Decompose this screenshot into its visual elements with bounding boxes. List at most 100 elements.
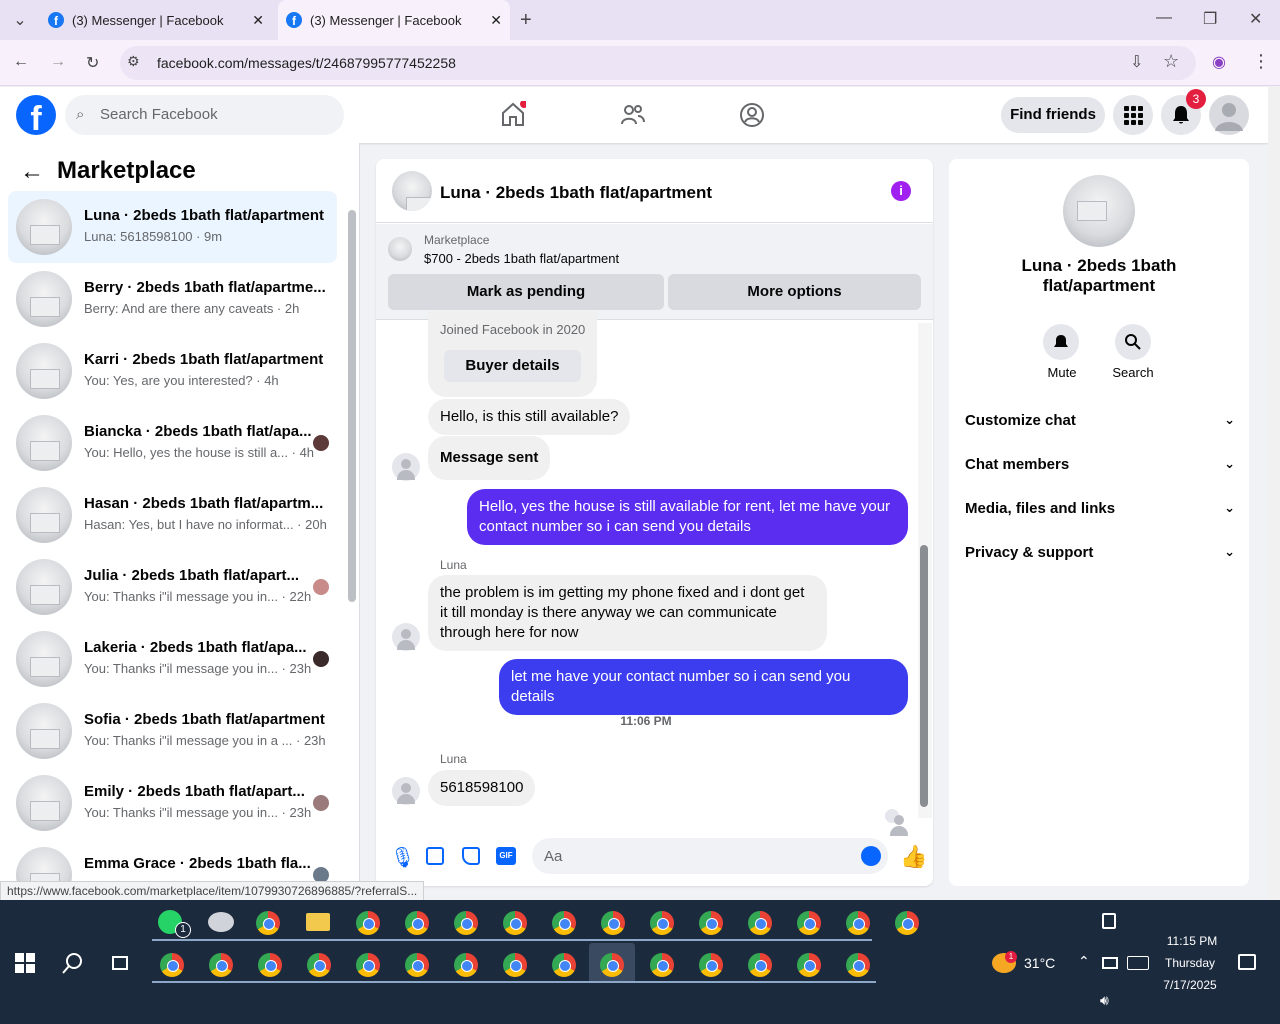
browser-tab-2[interactable]: f (3) Messenger | Facebook ✕ xyxy=(278,0,510,40)
chrome-icon[interactable] xyxy=(503,911,527,935)
chrome-icon[interactable] xyxy=(552,911,576,935)
menu-privacy-support[interactable]: Privacy & support ⌄ xyxy=(965,544,1235,561)
mark-as-pending-button[interactable]: Mark as pending xyxy=(388,274,664,310)
site-info-icon[interactable]: ⚙ xyxy=(127,53,140,70)
app-icon[interactable] xyxy=(208,912,234,932)
chrome-icon[interactable] xyxy=(600,953,624,977)
gif-icon[interactable]: GIF xyxy=(496,847,516,865)
clock-day[interactable]: Thursday xyxy=(1156,956,1224,970)
chrome-icon[interactable] xyxy=(699,911,723,935)
chrome-icon[interactable] xyxy=(650,911,674,935)
home-icon[interactable] xyxy=(500,101,526,127)
reload-icon[interactable]: ↻ xyxy=(86,53,99,73)
network-icon[interactable] xyxy=(1102,957,1118,969)
conversation-item[interactable]: Sofia · 2beds 1bath flat/apartment You: … xyxy=(8,695,337,767)
menu-chat-members[interactable]: Chat members ⌄ xyxy=(965,456,1235,473)
microphone-icon[interactable]: 🎙 xyxy=(390,845,415,870)
chrome-icon[interactable] xyxy=(846,911,870,935)
volume-icon[interactable]: 🔊︎ xyxy=(1100,992,1109,1009)
profile-icon[interactable]: ◉ xyxy=(1212,52,1226,72)
conversation-item[interactable]: Lakeria · 2beds 1bath flat/apa... You: T… xyxy=(8,623,337,695)
chrome-icon[interactable] xyxy=(748,953,772,977)
photo-icon[interactable] xyxy=(426,847,444,865)
conversation-item[interactable]: Julia · 2beds 1bath flat/apart... You: T… xyxy=(8,551,337,623)
conversation-item[interactable]: Emma Grace · 2beds 1bath fla... xyxy=(8,839,337,881)
find-friends-button[interactable]: Find friends xyxy=(1001,97,1105,133)
listing-title[interactable]: $700 - 2beds 1bath flat/apartment xyxy=(424,251,619,266)
back-icon[interactable]: ← xyxy=(13,53,29,71)
conversation-item[interactable]: Hasan · 2beds 1bath flat/apartm... Hasan… xyxy=(8,479,337,551)
groups-icon[interactable] xyxy=(739,102,765,128)
chrome-icon[interactable] xyxy=(748,911,772,935)
emoji-icon[interactable] xyxy=(861,846,881,866)
new-tab-icon[interactable]: + xyxy=(520,9,532,32)
task-view-icon[interactable] xyxy=(110,954,130,972)
browser-tab-1[interactable]: f (3) Messenger | Facebook ✕ xyxy=(40,0,272,40)
keyboard-icon[interactable] xyxy=(1127,956,1149,970)
account-avatar[interactable] xyxy=(1209,95,1249,135)
tab-close-icon[interactable]: ✕ xyxy=(490,12,502,29)
tray-device-icon[interactable] xyxy=(1102,913,1116,929)
minimize-icon[interactable]: — xyxy=(1156,9,1172,27)
file-explorer-icon[interactable] xyxy=(306,913,330,931)
chrome-icon[interactable] xyxy=(503,953,527,977)
page-scrollbar[interactable] xyxy=(1268,87,1280,900)
chrome-icon[interactable] xyxy=(307,953,331,977)
sticker-icon[interactable] xyxy=(462,847,480,865)
menu-customize-chat[interactable]: Customize chat ⌄ xyxy=(965,412,1235,429)
chrome-icon[interactable] xyxy=(650,953,674,977)
chrome-icon[interactable] xyxy=(846,953,870,977)
chrome-icon[interactable] xyxy=(895,911,919,935)
chrome-icon[interactable] xyxy=(454,953,478,977)
conversation-list-scrollbar[interactable] xyxy=(348,210,356,602)
chrome-icon[interactable] xyxy=(405,911,429,935)
browser-menu-icon[interactable]: ⋮ xyxy=(1252,51,1270,72)
restore-icon[interactable]: ❐ xyxy=(1203,9,1217,29)
notification-center-icon[interactable] xyxy=(1238,954,1256,970)
facebook-logo-icon[interactable]: f xyxy=(16,95,56,135)
conversation-item[interactable]: Emily · 2beds 1bath flat/apart... You: T… xyxy=(8,767,337,839)
conversation-item[interactable]: Biancka · 2beds 1bath flat/apa... You: H… xyxy=(8,407,337,479)
messages-scrollbar-thumb[interactable] xyxy=(920,545,928,807)
menu-media-files-links[interactable]: Media, files and links ⌄ xyxy=(965,500,1235,517)
tray-chevron-up-icon[interactable]: ⌃ xyxy=(1078,953,1090,970)
conversation-item[interactable]: Luna · 2beds 1bath flat/apartment Luna: … xyxy=(8,191,337,263)
friends-icon[interactable] xyxy=(620,102,646,128)
chrome-icon[interactable] xyxy=(258,953,282,977)
clock-date[interactable]: 7/17/2025 xyxy=(1156,978,1224,992)
chrome-icon[interactable] xyxy=(699,953,723,977)
close-window-icon[interactable]: ✕ xyxy=(1249,9,1262,29)
chat-avatar[interactable] xyxy=(392,171,432,211)
url-text[interactable]: facebook.com/messages/t/2468799577745225… xyxy=(157,55,456,71)
menu-grid-icon[interactable] xyxy=(1113,95,1153,135)
message-input[interactable] xyxy=(532,838,888,874)
conversation-item[interactable]: Berry · 2beds 1bath flat/apartme... Berr… xyxy=(8,263,337,335)
chrome-icon[interactable] xyxy=(454,911,478,935)
taskbar-search-icon[interactable] xyxy=(62,952,84,974)
forward-icon[interactable]: → xyxy=(50,53,66,71)
chrome-icon[interactable] xyxy=(256,911,280,935)
chrome-icon[interactable] xyxy=(797,953,821,977)
windows-start-icon[interactable] xyxy=(15,953,35,973)
back-arrow-icon[interactable]: ← xyxy=(20,158,44,186)
chrome-icon[interactable] xyxy=(797,911,821,935)
tab-search-icon[interactable]: ⌄ xyxy=(10,10,30,30)
tab-close-icon[interactable]: ✕ xyxy=(252,12,264,29)
install-app-icon[interactable]: ⇩ xyxy=(1130,52,1143,72)
info-icon[interactable]: i xyxy=(891,181,911,201)
search-chat-icon[interactable] xyxy=(1115,324,1151,360)
mute-bell-icon[interactable] xyxy=(1043,324,1079,360)
thumbs-up-icon[interactable]: 👍 xyxy=(900,844,927,870)
more-options-button[interactable]: More options xyxy=(668,274,921,310)
bookmark-star-icon[interactable]: ☆ xyxy=(1163,51,1179,72)
chrome-icon[interactable] xyxy=(601,911,625,935)
chrome-icon[interactable] xyxy=(552,953,576,977)
buyer-details-button[interactable]: Buyer details xyxy=(444,350,581,382)
details-avatar[interactable] xyxy=(1063,175,1135,247)
chrome-icon[interactable] xyxy=(405,953,429,977)
clock-time[interactable]: 11:15 PM xyxy=(1160,934,1224,948)
chrome-icon[interactable] xyxy=(209,953,233,977)
chat-title[interactable]: Luna · 2beds 1bath flat/apartment xyxy=(440,183,712,203)
chrome-icon[interactable] xyxy=(356,911,380,935)
conversation-item[interactable]: Karri · 2beds 1bath flat/apartment You: … xyxy=(8,335,337,407)
